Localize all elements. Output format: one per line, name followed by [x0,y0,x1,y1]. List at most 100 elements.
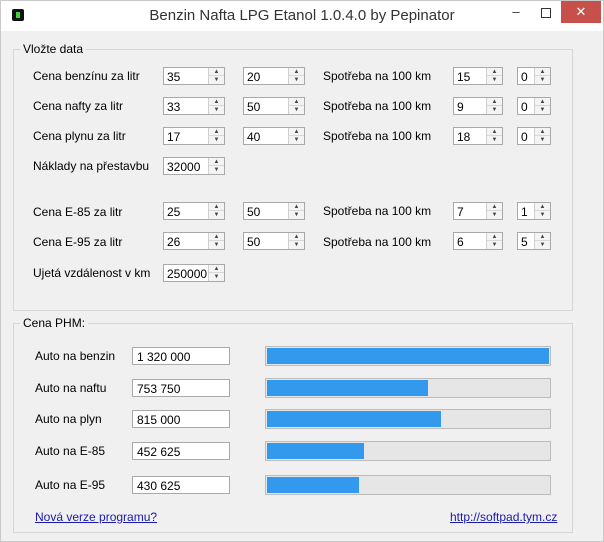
e95-price-spinner[interactable]: 26 ▲ ▼ [163,232,225,250]
e85-consumption-decimal-value: 1 [521,205,528,219]
e95-consumption-decimal-spinner[interactable]: 5 ▲ ▼ [517,232,551,250]
spin-up-icon[interactable]: ▲ [487,68,502,76]
e85-consumption-decimal-spinner[interactable]: 1 ▲ ▼ [517,202,551,220]
conversion-cost-spinner[interactable]: 32000 ▲ ▼ [163,157,225,175]
app-window: Benzin Nafta LPG Etanol 1.0.4.0 by Pepin… [0,0,604,542]
spin-down-icon[interactable]: ▼ [289,76,304,84]
spin-down-icon[interactable]: ▼ [535,136,550,144]
maximize-button[interactable] [531,1,561,23]
result-bar-e95 [265,475,551,495]
diesel-consumption-value: 9 [457,100,464,114]
e95-consumption-label: Spotřeba na 100 km [323,235,432,249]
lpg-consumption-decimal-spinner[interactable]: 0 ▲ ▼ [517,127,551,145]
website-link[interactable]: http://softpad.tym.cz [450,510,557,524]
spin-up-icon[interactable]: ▲ [209,265,224,273]
petrol-price-label: Cena benzínu za litr [33,69,140,83]
petrol-consumption-value: 15 [457,70,471,84]
e95-consumption-decimal-value: 5 [521,235,528,249]
spin-up-icon[interactable]: ▲ [209,98,224,106]
result-label-lpg: Auto na plyn [35,412,102,426]
spin-up-icon[interactable]: ▲ [209,128,224,136]
e85-price-decimal-spinner[interactable]: 50 ▲ ▼ [243,202,305,220]
lpg-price-spinner[interactable]: 17 ▲ ▼ [163,127,225,145]
lpg-consumption-value: 18 [457,130,471,144]
lpg-price-value: 17 [167,130,181,144]
spin-up-icon[interactable]: ▲ [209,203,224,211]
diesel-price-value: 33 [167,100,181,114]
spin-up-icon[interactable]: ▲ [289,98,304,106]
petrol-price-decimal-spinner[interactable]: 20 ▲ ▼ [243,67,305,85]
petrol-consumption-label: Spotřeba na 100 km [323,69,432,83]
spin-down-icon[interactable]: ▼ [209,211,224,219]
diesel-consumption-spinner[interactable]: 9 ▲ ▼ [453,97,503,115]
spin-up-icon[interactable]: ▲ [535,233,550,241]
spin-up-icon[interactable]: ▲ [535,68,550,76]
spin-up-icon[interactable]: ▲ [289,68,304,76]
petrol-price-spinner[interactable]: 35 ▲ ▼ [163,67,225,85]
spin-down-icon[interactable]: ▼ [209,166,224,174]
minimize-button[interactable]: – [501,1,531,23]
spin-down-icon[interactable]: ▼ [289,211,304,219]
spin-down-icon[interactable]: ▼ [289,106,304,114]
e85-consumption-label: Spotřeba na 100 km [323,204,432,218]
e95-price-value: 26 [167,235,181,249]
close-button[interactable]: ✕ [561,1,601,23]
e95-price-label: Cena E-95 za litr [33,235,123,249]
spin-down-icon[interactable]: ▼ [535,106,550,114]
spin-up-icon[interactable]: ▲ [487,98,502,106]
spin-up-icon[interactable]: ▲ [487,233,502,241]
spin-up-icon[interactable]: ▲ [289,233,304,241]
spin-down-icon[interactable]: ▼ [487,76,502,84]
spin-down-icon[interactable]: ▼ [209,273,224,281]
spin-up-icon[interactable]: ▲ [535,128,550,136]
spin-down-icon[interactable]: ▼ [487,136,502,144]
spin-up-icon[interactable]: ▲ [487,128,502,136]
result-bar-fill-diesel [267,380,428,396]
spin-down-icon[interactable]: ▼ [289,241,304,249]
spin-down-icon[interactable]: ▼ [535,211,550,219]
spin-up-icon[interactable]: ▲ [209,158,224,166]
distance-spinner[interactable]: 250000 ▲ ▼ [163,264,225,282]
spin-up-icon[interactable]: ▲ [209,68,224,76]
spin-up-icon[interactable]: ▲ [209,233,224,241]
spin-down-icon[interactable]: ▼ [487,106,502,114]
distance-label: Ujetá vzdálenost v km [33,266,151,280]
result-value-e85: 452 625 [132,442,230,460]
result-bar-petrol [265,346,551,366]
spin-down-icon[interactable]: ▼ [535,76,550,84]
lpg-consumption-decimal-value: 0 [521,130,528,144]
spin-down-icon[interactable]: ▼ [209,106,224,114]
spin-up-icon[interactable]: ▲ [289,128,304,136]
lpg-price-decimal-spinner[interactable]: 40 ▲ ▼ [243,127,305,145]
spin-up-icon[interactable]: ▲ [535,203,550,211]
e95-price-decimal-spinner[interactable]: 50 ▲ ▼ [243,232,305,250]
distance-value: 250000 [167,267,208,281]
petrol-consumption-decimal-spinner[interactable]: 0 ▲ ▼ [517,67,551,85]
spin-down-icon[interactable]: ▼ [209,241,224,249]
petrol-consumption-decimal-value: 0 [521,70,528,84]
spin-down-icon[interactable]: ▼ [209,136,224,144]
e85-price-decimal-value: 50 [247,205,261,219]
spin-down-icon[interactable]: ▼ [209,76,224,84]
spin-down-icon[interactable]: ▼ [487,241,502,249]
result-text-e85: 452 625 [137,445,181,459]
e85-price-spinner[interactable]: 25 ▲ ▼ [163,202,225,220]
spin-up-icon[interactable]: ▲ [289,203,304,211]
diesel-price-decimal-spinner[interactable]: 50 ▲ ▼ [243,97,305,115]
petrol-consumption-spinner[interactable]: 15 ▲ ▼ [453,67,503,85]
spin-up-icon[interactable]: ▲ [535,98,550,106]
diesel-price-spinner[interactable]: 33 ▲ ▼ [163,97,225,115]
e85-consumption-value: 7 [457,205,464,219]
diesel-consumption-decimal-spinner[interactable]: 0 ▲ ▼ [517,97,551,115]
diesel-consumption-decimal-value: 0 [521,100,528,114]
spin-down-icon[interactable]: ▼ [289,136,304,144]
new-version-link[interactable]: Nová verze programu? [35,510,157,524]
e95-consumption-spinner[interactable]: 6 ▲ ▼ [453,232,503,250]
spin-down-icon[interactable]: ▼ [487,211,502,219]
spin-up-icon[interactable]: ▲ [487,203,502,211]
result-label-e85: Auto na E-85 [35,444,106,458]
spin-down-icon[interactable]: ▼ [535,241,550,249]
e85-consumption-spinner[interactable]: 7 ▲ ▼ [453,202,503,220]
lpg-consumption-spinner[interactable]: 18 ▲ ▼ [453,127,503,145]
title-bar[interactable]: Benzin Nafta LPG Etanol 1.0.4.0 by Pepin… [1,1,603,31]
